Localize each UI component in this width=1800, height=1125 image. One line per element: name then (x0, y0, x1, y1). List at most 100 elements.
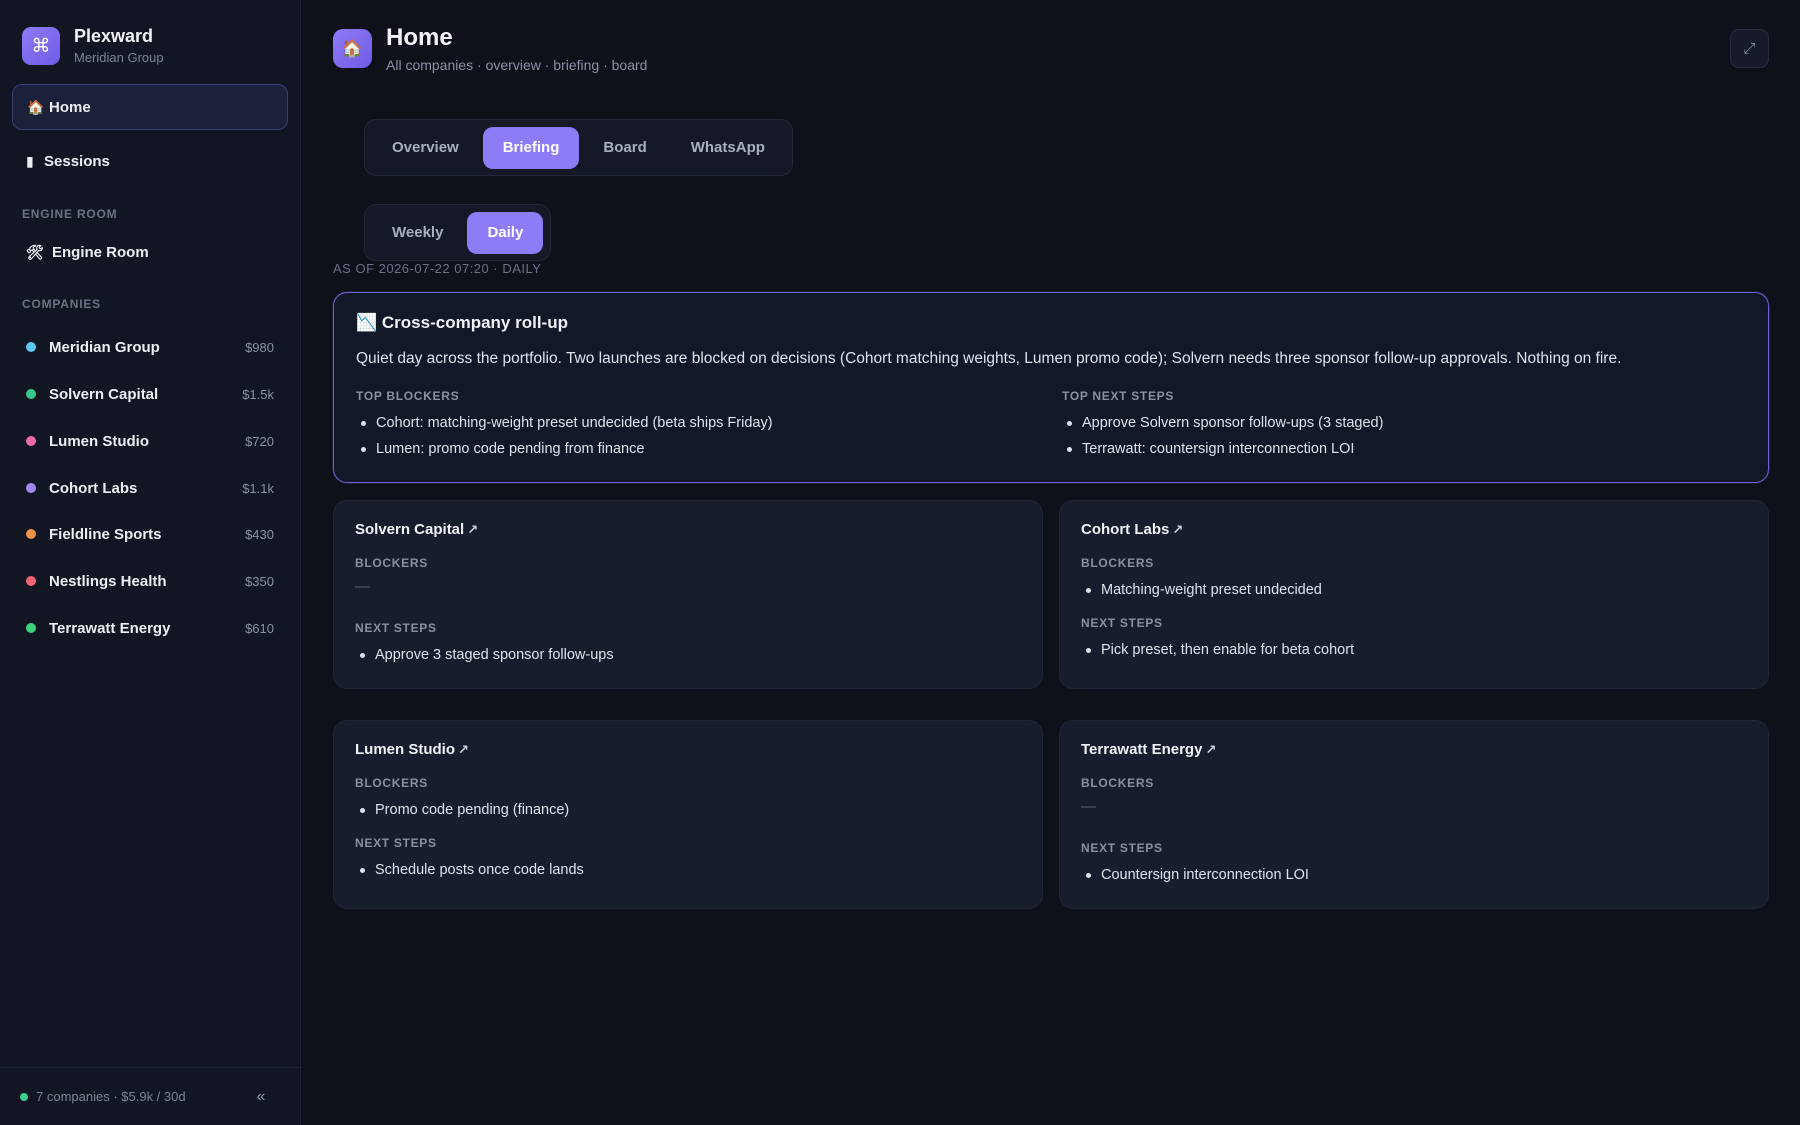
company-card: Cohort Labs ↗ BLOCKERS Matching-weight pres… (1059, 500, 1769, 689)
company-cost: $720 (245, 433, 274, 449)
company-name: Fieldline Sports (49, 525, 162, 543)
company-card-title-link[interactable]: Solvern Capital ↗ (355, 521, 478, 538)
next-steps-label: NEXT STEPS (1081, 616, 1163, 630)
period-weekly[interactable]: Weekly (372, 212, 463, 254)
status-dot (20, 1092, 28, 1101)
list-item: Terrawatt: countersign interconnection L… (1062, 436, 1383, 462)
brand-text: Plexward Meridian Group (74, 25, 164, 67)
blockers-list: Promo code pending (finance) (355, 797, 569, 823)
list-item: Matching-weight preset undecided (1081, 577, 1322, 603)
company-card: Solvern Capital ↗ BLOCKERS — NEXT STEPS Appro… (333, 500, 1043, 689)
next-steps-label: NEXT STEPS (355, 836, 437, 850)
top-next-steps: TOP NEXT STEPS Approve Solvern sponsor f… (1062, 389, 1383, 462)
nav-item-label: Home (49, 98, 91, 116)
tools-icon: 🛠 (26, 243, 44, 260)
main-content: 🏠 Home All companies · overview · briefi… (302, 0, 1800, 1125)
rollup-title: 📉 Cross-company roll-up (356, 313, 568, 333)
expand-icon: ⤢ (1743, 40, 1756, 57)
company-name: Nestlings Health (49, 572, 167, 590)
rollup-card: 📉 Cross-company roll-up Quiet day across… (333, 292, 1769, 483)
nav-item-home[interactable]: 🏠 Home (12, 84, 288, 130)
top-next-steps-list: Approve Solvern sponsor follow-ups (3 st… (1062, 410, 1383, 462)
card-blockers: BLOCKERS Matching-weight preset undecided (1081, 556, 1322, 603)
empty-placeholder: — (355, 578, 370, 595)
rollup-title-text: Cross-company roll-up (381, 313, 568, 332)
page-title: Home (386, 24, 453, 51)
company-card-title-link[interactable]: Cohort Labs ↗ (1081, 521, 1183, 538)
card-blockers: BLOCKERS — (355, 556, 428, 595)
page-subtitle: All companies · overview · briefing · bo… (386, 57, 648, 73)
brand[interactable]: ⌘ Plexward Meridian Group (22, 25, 164, 67)
company-color-dot (26, 389, 36, 399)
company-name: Lumen Studio (49, 432, 149, 450)
card-title-text: Cohort Labs (1081, 521, 1170, 538)
sidebar-item-company[interactable]: Terrawatt Energy $610 (12, 608, 288, 648)
top-blockers-list: Cohort: matching-weight preset undecided… (356, 410, 773, 462)
external-link-icon: ↗ (467, 522, 479, 537)
card-blockers: BLOCKERS — (1081, 776, 1154, 815)
list-item: Approve Solvern sponsor follow-ups (3 st… (1062, 410, 1383, 436)
company-color-dot (26, 483, 36, 493)
company-card-title-link[interactable]: Lumen Studio ↗ (355, 741, 469, 758)
blockers-label: BLOCKERS (1081, 776, 1154, 790)
card-next-steps: NEXT STEPS Pick preset, then enable for b… (1081, 616, 1354, 663)
company-card: Lumen Studio ↗ BLOCKERS Promo code pending … (333, 720, 1043, 909)
company-color-dot (26, 342, 36, 352)
tab-whatsapp[interactable]: WhatsApp (671, 127, 785, 169)
nav-item-engine-room[interactable]: 🛠 Engine Room (12, 229, 288, 275)
card-title-text: Lumen Studio (355, 741, 455, 758)
list-item: Lumen: promo code pending from finance (356, 436, 773, 462)
next-steps-list: Pick preset, then enable for beta cohort (1081, 637, 1354, 663)
external-link-icon: ↗ (1172, 522, 1184, 537)
company-cost: $1.1k (242, 480, 274, 496)
footer-summary: 7 companies · $5.9k / 30d (36, 1089, 186, 1104)
external-link-icon: ↗ (1205, 742, 1217, 757)
list-item: Countersign interconnection LOI (1081, 862, 1309, 888)
list-item: Promo code pending (finance) (355, 797, 569, 823)
company-cost: $980 (245, 339, 274, 355)
sidebar: ⌘ Plexward Meridian Group 🏠 Home ▮ Sessi… (0, 0, 301, 1125)
sidebar-item-company[interactable]: Solvern Capital $1.5k (12, 374, 288, 414)
sidebar-item-company[interactable]: Cohort Labs $1.1k (12, 468, 288, 508)
sessions-icon: ▮ (26, 152, 34, 169)
company-cost: $350 (245, 573, 274, 589)
tab-board[interactable]: Board (583, 127, 666, 169)
company-card-title-link[interactable]: Terrawatt Energy ↗ (1081, 741, 1216, 758)
blockers-label: BLOCKERS (355, 776, 428, 790)
expand-button[interactable]: ⤢ (1730, 29, 1769, 68)
sidebar-item-company[interactable]: Meridian Group $980 (12, 327, 288, 367)
chart-down-icon: 📉 (356, 313, 378, 332)
company-color-dot (26, 623, 36, 633)
next-steps-list: Schedule posts once code lands (355, 857, 584, 883)
company-name: Terrawatt Energy (49, 619, 171, 637)
section-label-engine-room: ENGINE ROOM (22, 207, 118, 221)
sidebar-item-company[interactable]: Nestlings Health $350 (12, 561, 288, 601)
empty-placeholder: — (1081, 798, 1096, 815)
company-name: Solvern Capital (49, 385, 159, 403)
company-cost: $430 (245, 526, 274, 542)
as-of-timestamp: AS OF 2026-07-22 07:20 · DAILY (333, 261, 542, 276)
card-next-steps: NEXT STEPS Schedule posts once code lands (355, 836, 584, 883)
blockers-label: BLOCKERS (1081, 556, 1154, 570)
next-steps-list: Countersign interconnection LOI (1081, 862, 1309, 888)
sidebar-item-company[interactable]: Fieldline Sports $430 (12, 514, 288, 554)
card-title-text: Solvern Capital (355, 521, 465, 538)
collapse-sidebar-button[interactable]: « (241, 1088, 281, 1106)
command-icon: ⌘ (22, 27, 60, 65)
sidebar-item-company[interactable]: Lumen Studio $720 (12, 421, 288, 461)
tab-briefing[interactable]: Briefing (482, 126, 580, 169)
nav-item-sessions[interactable]: ▮ Sessions (12, 138, 288, 184)
company-name: Cohort Labs (49, 479, 138, 497)
view-tabs: Overview Briefing Board WhatsApp (364, 119, 793, 176)
rollup-summary: Quiet day across the portfolio. Two laun… (356, 350, 1622, 367)
list-item: Schedule posts once code lands (355, 857, 584, 883)
nav-item-label: Engine Room (52, 243, 149, 261)
next-steps-label: NEXT STEPS (355, 621, 437, 635)
tab-overview[interactable]: Overview (372, 127, 479, 169)
brand-name: Plexward (74, 26, 154, 46)
external-link-icon: ↗ (458, 742, 469, 757)
list-item: Cohort: matching-weight preset undecided… (356, 410, 773, 436)
company-color-dot (26, 436, 36, 446)
company-color-dot (26, 529, 36, 539)
period-daily[interactable]: Daily (467, 211, 544, 254)
